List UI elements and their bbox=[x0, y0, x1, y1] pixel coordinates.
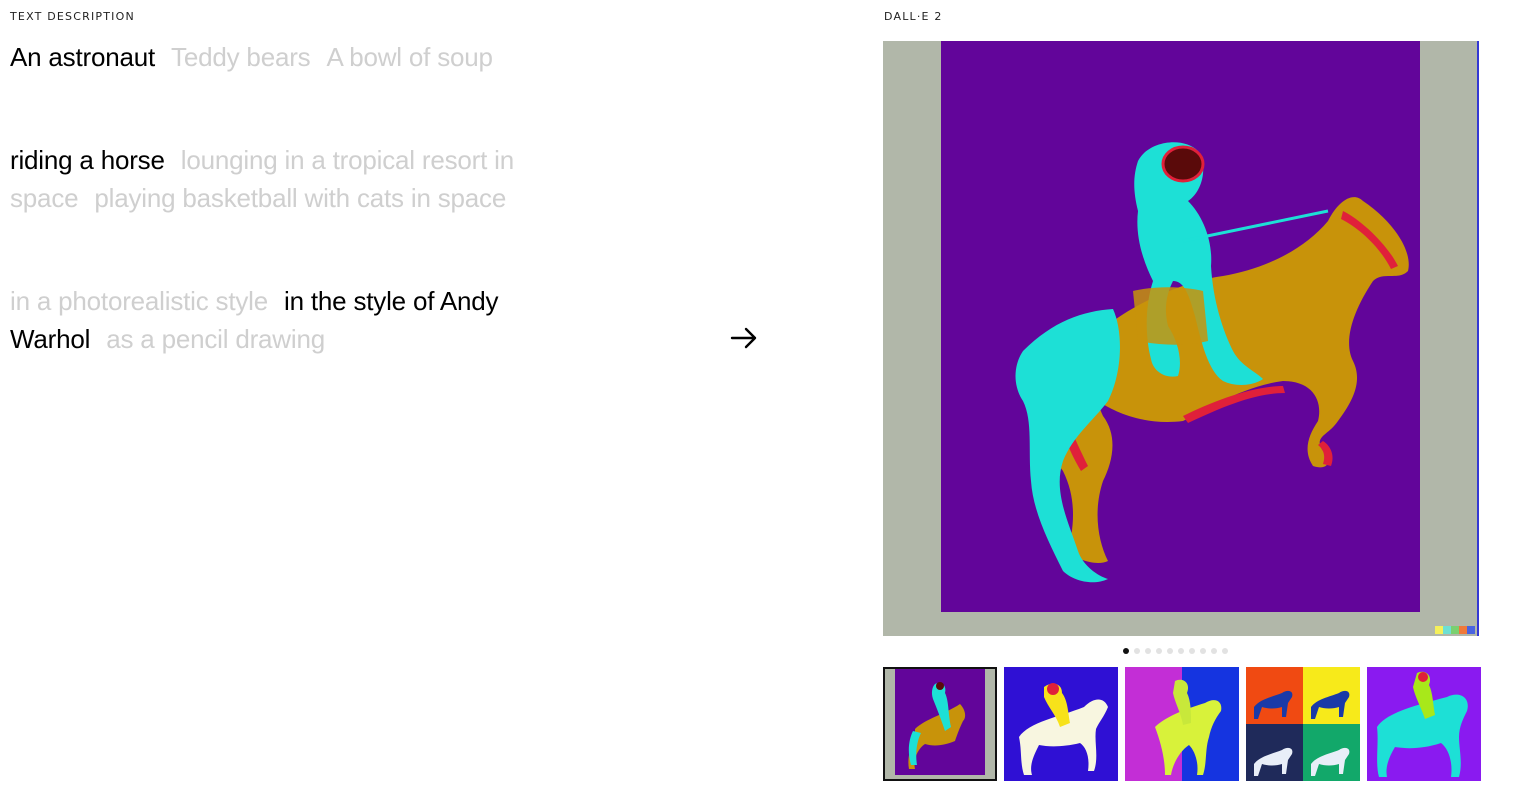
thumbnail-3[interactable] bbox=[1125, 667, 1239, 781]
style-option-photorealistic[interactable]: in a photorealistic style bbox=[10, 286, 268, 316]
thumbnail-strip bbox=[883, 667, 1481, 781]
color-swatches bbox=[1435, 626, 1475, 634]
thumbnail-2[interactable] bbox=[1004, 667, 1118, 781]
carousel-dot[interactable] bbox=[1145, 648, 1151, 654]
generated-image bbox=[883, 41, 1479, 636]
thumbnail-1[interactable] bbox=[883, 667, 997, 781]
carousel-dot[interactable] bbox=[1222, 648, 1228, 654]
carousel-dot[interactable] bbox=[1134, 648, 1140, 654]
style-options: in a photorealistic style in the style of… bbox=[10, 282, 610, 358]
carousel-dot[interactable] bbox=[1156, 648, 1162, 654]
text-description-label: TEXT DESCRIPTION bbox=[10, 10, 135, 23]
carousel-dot[interactable] bbox=[1123, 648, 1129, 654]
subject-options: An astronaut Teddy bears A bowl of soup bbox=[10, 38, 550, 76]
thumbnail-4[interactable] bbox=[1246, 667, 1360, 781]
thumbnail-5[interactable] bbox=[1367, 667, 1481, 781]
carousel-dot[interactable] bbox=[1189, 648, 1195, 654]
carousel-dot[interactable] bbox=[1178, 648, 1184, 654]
subject-option-bowl-of-soup[interactable]: A bowl of soup bbox=[326, 42, 493, 72]
action-options: riding a horse lounging in a tropical res… bbox=[10, 141, 610, 217]
astronaut-horse-illustration bbox=[1015, 142, 1409, 583]
carousel-dot[interactable] bbox=[1167, 648, 1173, 654]
carousel-dot[interactable] bbox=[1211, 648, 1217, 654]
subject-option-astronaut[interactable]: An astronaut bbox=[10, 42, 155, 72]
action-option-basketball-cats[interactable]: playing basketball with cats in space bbox=[94, 183, 506, 213]
carousel-dot[interactable] bbox=[1200, 648, 1206, 654]
style-option-pencil-drawing[interactable]: as a pencil drawing bbox=[106, 324, 325, 354]
action-option-riding-horse[interactable]: riding a horse bbox=[10, 145, 165, 175]
subject-option-teddy-bears[interactable]: Teddy bears bbox=[171, 42, 311, 72]
carousel-dots bbox=[1123, 648, 1228, 654]
arrow-right-icon[interactable] bbox=[728, 322, 760, 354]
dalle-label: DALL·E 2 bbox=[884, 10, 943, 23]
